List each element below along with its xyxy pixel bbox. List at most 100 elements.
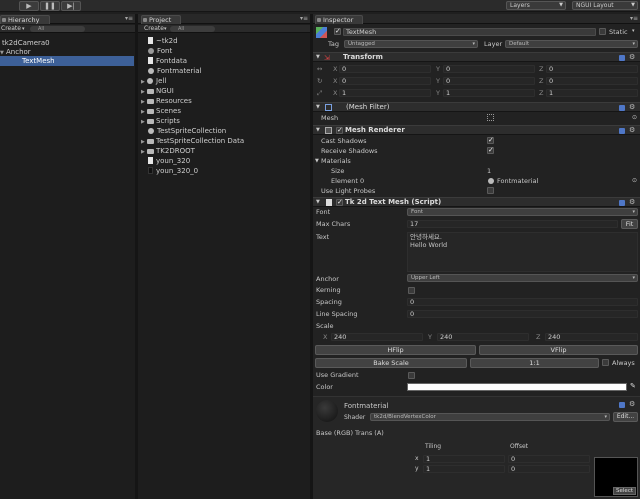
- project-item[interactable]: ~tk2d: [148, 36, 178, 46]
- rotation-y[interactable]: 0: [443, 77, 535, 85]
- anchor-dropdown[interactable]: Upper Left ▾: [407, 274, 638, 282]
- scale-z[interactable]: 1: [546, 89, 638, 97]
- fold-arrow-icon[interactable]: ▼: [316, 127, 320, 133]
- step-button[interactable]: ▶|: [61, 1, 81, 11]
- edit-shader-button[interactable]: Edit...: [613, 412, 638, 422]
- pause-button[interactable]: ❚❚: [40, 1, 60, 11]
- bake-scale-button[interactable]: Bake Scale: [315, 358, 467, 368]
- vflip-button[interactable]: VFlip: [479, 345, 638, 355]
- hflip-button[interactable]: HFlip: [315, 345, 476, 355]
- text-area[interactable]: 안녕하세요. Hello World: [407, 232, 638, 272]
- help-icon[interactable]: [619, 128, 625, 134]
- eyedropper-icon[interactable]: ✎: [630, 382, 636, 390]
- hierarchy-item-selected[interactable]: TextMesh: [0, 56, 134, 66]
- help-icon[interactable]: [619, 402, 625, 408]
- one-to-one-button[interactable]: 1:1: [470, 358, 599, 368]
- project-item[interactable]: Font: [148, 46, 172, 56]
- object-picker-icon[interactable]: ⊙: [632, 114, 637, 121]
- tiling-x-field[interactable]: 1: [423, 455, 505, 463]
- text-scale-y[interactable]: 240: [437, 333, 529, 341]
- select-texture-button[interactable]: Select: [613, 487, 636, 495]
- help-icon[interactable]: [619, 200, 625, 206]
- gear-icon[interactable]: ⚙: [629, 104, 635, 111]
- layer-dropdown[interactable]: Default ▾: [505, 40, 638, 48]
- line-spacing-field[interactable]: 0: [407, 310, 638, 318]
- position-y[interactable]: 0: [443, 65, 535, 73]
- gear-icon[interactable]: ⚙: [629, 127, 635, 134]
- mesh-renderer-header[interactable]: ▼ ✓ Mesh Renderer ⚙: [313, 125, 640, 135]
- static-checkbox[interactable]: [599, 28, 606, 35]
- mesh-renderer-enabled-checkbox[interactable]: ✓: [336, 127, 343, 134]
- texture-slot[interactable]: Select: [594, 457, 638, 497]
- fold-arrow-icon[interactable]: ▼: [316, 54, 320, 60]
- project-item[interactable]: youn_320: [148, 156, 190, 166]
- project-item[interactable]: ▶ Resources: [141, 96, 192, 106]
- max-chars-field[interactable]: 17: [407, 220, 618, 228]
- active-checkbox[interactable]: ✓: [334, 28, 341, 35]
- gear-icon[interactable]: ⚙: [629, 401, 635, 408]
- panel-menu-icon[interactable]: ▾≡: [300, 15, 308, 23]
- fit-button[interactable]: Fit: [621, 219, 638, 229]
- offset-y-field[interactable]: 0: [508, 465, 590, 473]
- fold-arrow-icon[interactable]: ▼: [316, 199, 320, 205]
- play-button[interactable]: ▶: [19, 1, 39, 11]
- gear-icon[interactable]: ⚙: [629, 199, 635, 206]
- text-mesh-header[interactable]: ▼ ✓ Tk 2d Text Mesh (Script) ⚙: [313, 197, 640, 207]
- fold-arrow-icon[interactable]: ▼: [316, 104, 320, 110]
- size-value[interactable]: 1: [487, 167, 491, 175]
- use-gradient-checkbox[interactable]: [408, 372, 415, 379]
- project-item[interactable]: Fontmaterial: [148, 66, 201, 76]
- offset-x-field[interactable]: 0: [508, 455, 590, 463]
- object-name-field[interactable]: TextMesh: [343, 28, 596, 36]
- project-item[interactable]: ▶ Scenes: [141, 106, 181, 116]
- project-item[interactable]: ▶ TestSpriteCollection Data: [141, 136, 244, 146]
- project-item[interactable]: ▶ Scripts: [141, 116, 180, 126]
- tiling-y-field[interactable]: 1: [423, 465, 505, 473]
- object-picker-icon[interactable]: ⊙: [632, 177, 637, 184]
- project-item[interactable]: youn_320_0: [148, 166, 198, 176]
- project-item[interactable]: ▶ NGUI: [141, 86, 174, 96]
- fold-arrow-icon[interactable]: ▼: [315, 157, 319, 165]
- panel-menu-icon[interactable]: ▾≡: [125, 15, 133, 23]
- help-icon[interactable]: [619, 55, 625, 61]
- script-enabled-checkbox[interactable]: ✓: [336, 199, 343, 206]
- font-dropdown[interactable]: Font ▾: [407, 208, 638, 216]
- gear-icon[interactable]: ⚙: [629, 54, 635, 61]
- project-item[interactable]: ▶ Jell: [141, 76, 166, 86]
- project-item[interactable]: TestSpriteCollection: [148, 126, 226, 136]
- create-dropdown[interactable]: Create: [1, 25, 21, 33]
- position-z[interactable]: 0: [546, 65, 638, 73]
- rotation-x[interactable]: 0: [339, 77, 431, 85]
- layers-dropdown[interactable]: Layers ▼: [506, 1, 566, 10]
- text-scale-x[interactable]: 240: [331, 333, 423, 341]
- panel-menu-icon[interactable]: ▾≡: [630, 15, 638, 23]
- project-item[interactable]: ▶ TK2DROOT: [141, 146, 195, 156]
- chevron-down-icon[interactable]: ▾: [632, 28, 635, 34]
- text-scale-z[interactable]: 240: [545, 333, 638, 341]
- color-swatch[interactable]: [407, 383, 627, 391]
- create-dropdown[interactable]: Create: [144, 25, 164, 33]
- rotation-z[interactable]: 0: [546, 77, 638, 85]
- project-item[interactable]: Fontdata: [148, 56, 187, 66]
- shader-dropdown[interactable]: tk2d/BlendVertexColor ▾: [370, 413, 610, 421]
- position-x[interactable]: 0: [339, 65, 431, 73]
- spacing-field[interactable]: 0: [407, 298, 638, 306]
- scale-x[interactable]: 1: [339, 89, 431, 97]
- cast-shadows-checkbox[interactable]: ✓: [487, 137, 494, 144]
- tab-hierarchy[interactable]: Hierarchy: [0, 15, 50, 24]
- always-checkbox[interactable]: [602, 359, 609, 366]
- kerning-checkbox[interactable]: [408, 287, 415, 294]
- help-icon[interactable]: [619, 105, 625, 111]
- mesh-filter-header[interactable]: ▼ (Mesh Filter) ⚙: [313, 102, 640, 112]
- tag-dropdown[interactable]: Untagged ▾: [344, 40, 478, 48]
- scale-y[interactable]: 1: [443, 89, 535, 97]
- tab-inspector[interactable]: Inspector: [315, 15, 363, 24]
- project-search-input[interactable]: All: [170, 26, 215, 32]
- light-probes-checkbox[interactable]: [487, 187, 494, 194]
- tab-project[interactable]: Project: [141, 15, 181, 24]
- receive-shadows-checkbox[interactable]: ✓: [487, 147, 494, 154]
- element0-value[interactable]: Fontmaterial: [497, 177, 538, 185]
- hierarchy-search-input[interactable]: All: [30, 26, 85, 32]
- transform-header[interactable]: ▼ ⇲ Transform ⚙: [313, 52, 640, 62]
- layout-dropdown[interactable]: NGUI Layout ▼: [572, 1, 638, 10]
